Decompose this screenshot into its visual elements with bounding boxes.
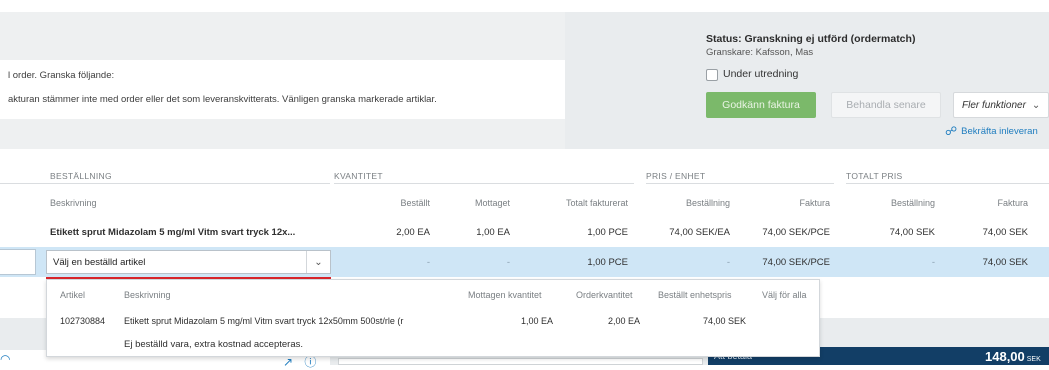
approve-invoice-button[interactable]: Godkänn faktura <box>706 92 816 118</box>
dropdown-header-select-all[interactable]: Välj för alla <box>762 290 807 300</box>
row-total-order: - <box>931 257 935 268</box>
column-header-description: Beskrivning <box>50 198 97 208</box>
delivery-icon: ☍ <box>945 124 958 138</box>
review-message-line-1: l order. Granska följande: <box>8 70 115 81</box>
column-header-ordered: Beställt <box>400 198 430 208</box>
summary-input[interactable] <box>338 358 703 365</box>
group-rule <box>646 183 834 184</box>
dropdown-option-unit-price: 74,00 SEK <box>702 316 746 326</box>
row-ordered: - <box>426 257 430 268</box>
status-title: Status: Granskning ej utförd (ordermatch… <box>706 33 916 45</box>
review-message-line-2: akturan stämmer inte med order eller det… <box>8 94 437 105</box>
amount-to-pay-number: 148,00 <box>985 349 1025 364</box>
more-functions-label: Fler funktioner <box>962 99 1026 111</box>
refresh-icon[interactable]: ◠ <box>0 352 10 366</box>
group-header-price-unit: PRIS / ENHET <box>646 171 706 181</box>
row-price-invoice: 74,00 SEK/PCE <box>762 227 830 238</box>
process-later-button[interactable]: Behandla senare <box>831 92 941 118</box>
row-total-invoiced: 1,00 PCE <box>587 227 628 238</box>
group-header-order: BESTÄLLNING <box>50 171 112 181</box>
column-header-price-order: Beställning <box>685 198 730 208</box>
column-header-total-order: Beställning <box>890 198 935 208</box>
row-price-invoice: 74,00 SEK/PCE <box>762 257 830 268</box>
row-received: - <box>506 257 510 268</box>
chevron-down-icon: ⌄ <box>1031 99 1041 111</box>
column-header-received: Mottaget <box>474 198 510 208</box>
row-price-order: 74,00 SEK/EA <box>669 227 730 238</box>
under-investigation-checkbox[interactable] <box>706 69 718 81</box>
more-functions-dropdown[interactable]: Fler funktioner ⌄ <box>953 92 1049 118</box>
dropdown-option-order-qty: 2,00 EA <box>607 316 640 326</box>
group-header-quantity: KVANTITET <box>334 171 383 181</box>
row-price-order: - <box>726 257 730 268</box>
dropdown-option-received-qty: 1,00 EA <box>520 316 553 326</box>
table-row[interactable]: Etikett sprut Midazolam 5 mg/ml Vitm sva… <box>0 218 1049 245</box>
row-total-invoiced: 1,00 PCE <box>587 257 628 268</box>
row-total-invoice: 74,00 SEK <box>982 257 1028 268</box>
column-header-total-invoiced: Totalt fakturerat <box>565 198 628 208</box>
amount-to-pay-value: 148,00 SEK <box>985 349 1041 364</box>
column-header-total-invoice: Faktura <box>997 198 1028 208</box>
group-header-total-price: TOTALT PRIS <box>846 171 903 181</box>
info-icon[interactable]: ⓘ <box>304 355 316 369</box>
row-description: Etikett sprut Midazolam 5 mg/ml Vitm sva… <box>50 227 296 238</box>
group-rule <box>0 183 330 184</box>
row-total-order: 74,00 SEK <box>889 227 935 238</box>
dropdown-header-unit-price: Beställt enhetspris <box>658 290 732 300</box>
row-received: 1,00 EA <box>476 227 510 238</box>
review-message-box: l order. Granska följande: akturan stämm… <box>0 60 565 119</box>
group-rule <box>846 183 1049 184</box>
amount-to-pay-currency: SEK <box>1026 356 1041 363</box>
row-total-invoice: 74,00 SEK <box>982 227 1028 238</box>
row-ordered: 2,00 EA <box>396 227 430 238</box>
dropdown-header-article: Artikel <box>60 290 86 300</box>
dropdown-header-order-qty: Orderkvantitet <box>576 290 633 300</box>
group-rule <box>334 183 634 184</box>
under-investigation-label: Under utredning <box>723 68 799 80</box>
dropdown-option-not-ordered[interactable]: Ej beställd vara, extra kostnad accepter… <box>124 339 303 350</box>
ordered-article-select-value: Välj en beställd artikel <box>53 256 146 268</box>
reviewer-label: Granskare: Kafsson, Mas <box>706 47 814 58</box>
expand-icon[interactable]: ↗ <box>283 355 293 369</box>
dropdown-option-description: Etikett sprut Midazolam 5 mg/ml Vitm sva… <box>124 316 404 326</box>
column-header-price-invoice: Faktura <box>799 198 830 208</box>
dropdown-header-description: Beskrivning <box>124 290 171 300</box>
dropdown-option-article: 102730884 <box>60 316 106 326</box>
ordered-article-select[interactable]: Välj en beställd artikel ⌄ <box>46 250 331 274</box>
confirm-delivery-link[interactable]: ☍ Bekräfta inleveran <box>945 124 1038 138</box>
confirm-delivery-label: Bekräfta inleveran <box>961 125 1038 137</box>
chevron-down-icon: ⌄ <box>306 251 330 273</box>
row-marker <box>0 249 36 275</box>
dropdown-header-received-qty: Mottagen kvantitet <box>468 290 542 300</box>
